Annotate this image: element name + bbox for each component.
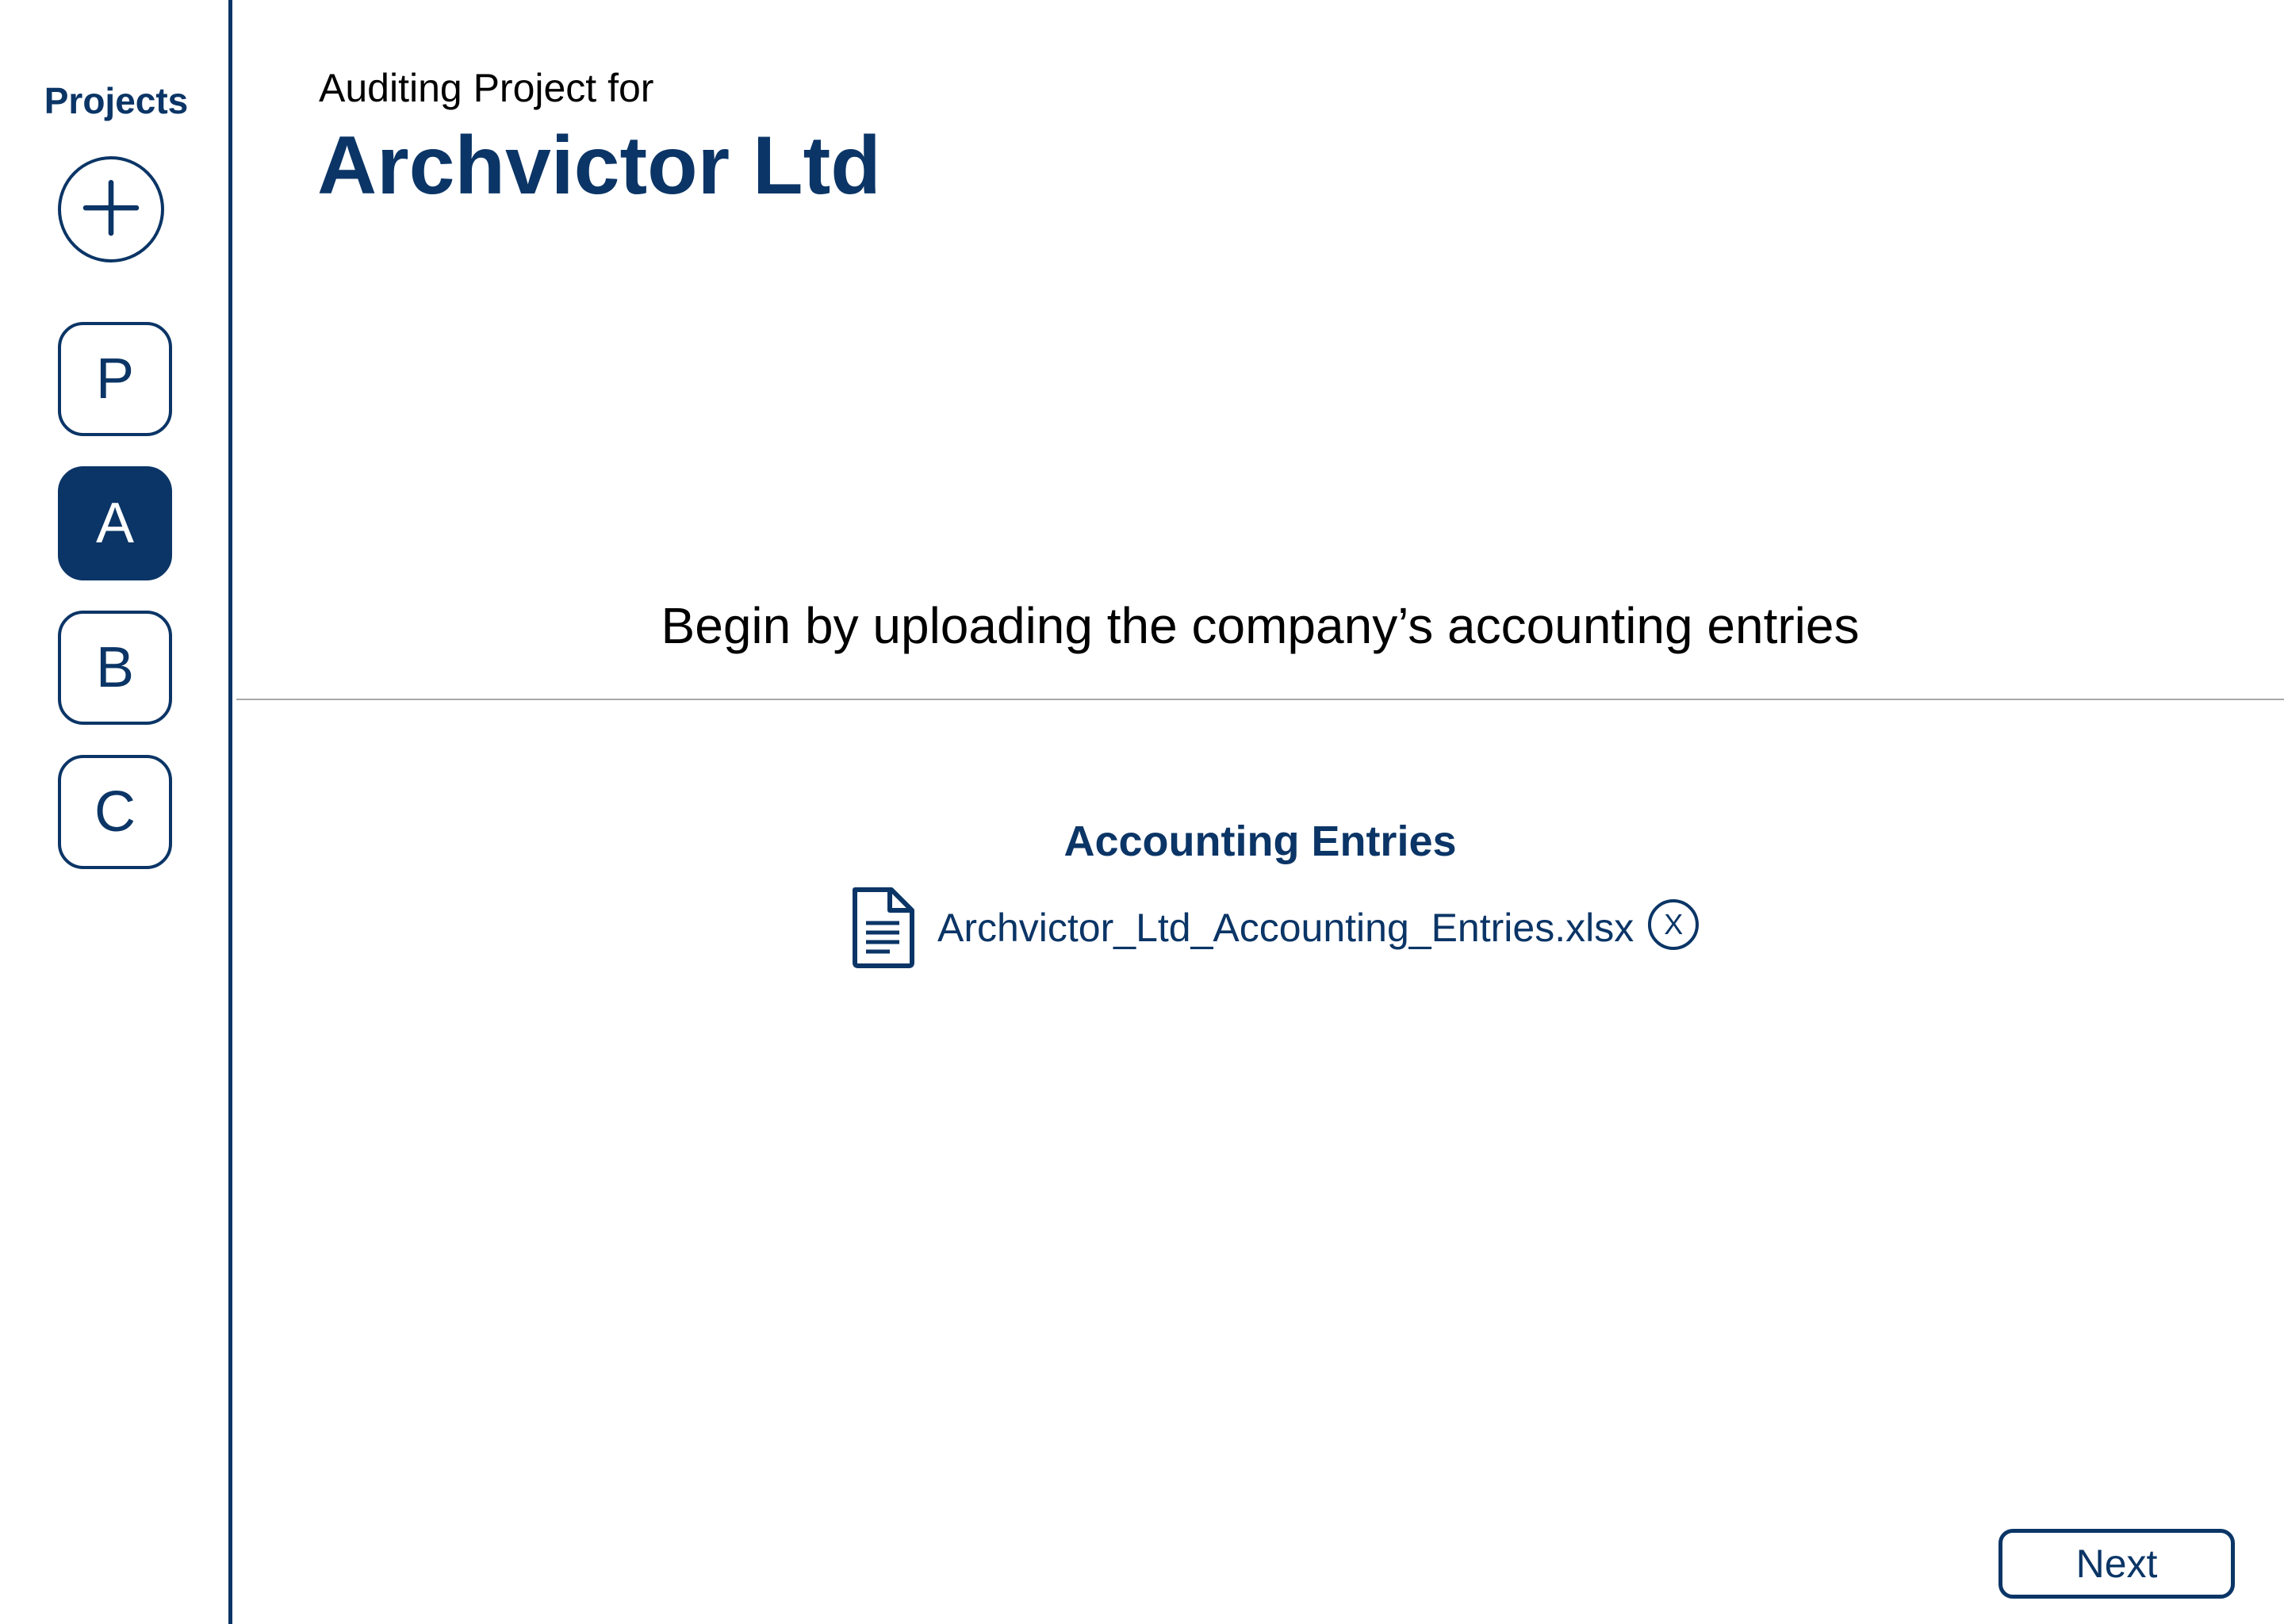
project-button-label: A [95,492,135,555]
page-title: Archvictor Ltd [317,120,881,212]
next-button[interactable]: Next [1998,1529,2235,1599]
document-icon [853,887,914,968]
project-button-label: C [94,780,136,844]
sidebar-title: Projects [44,80,189,121]
projects-sidebar: Projects P A B C [0,0,232,1624]
remove-file-button[interactable]: X [1648,899,1700,950]
project-button-label: P [95,347,135,411]
upload-section-title: Accounting Entries [1063,818,1457,865]
project-button-b[interactable]: B [58,611,172,725]
add-project-button[interactable] [58,156,164,262]
page-subtitle: Auditing Project for [319,66,654,110]
project-button-a[interactable]: A [58,466,172,580]
project-button-p[interactable]: P [58,322,172,436]
project-button-label: B [95,636,135,699]
close-icon: X [1664,908,1684,940]
uploaded-file-item: Archvictor_Ltd_Accounting_Entries.xlsx X [850,884,1700,971]
plus-icon [82,179,140,236]
next-button-label: Next [2075,1542,2158,1586]
file-name[interactable]: Archvictor_Ltd_Accounting_Entries.xlsx [937,905,1634,951]
project-button-c[interactable]: C [58,755,172,869]
divider [236,699,2284,700]
app-window: Projects P A B C Auditing Project for Ar… [0,0,2284,1624]
upload-prompt: Begin by uploading the company’s account… [661,597,1860,654]
